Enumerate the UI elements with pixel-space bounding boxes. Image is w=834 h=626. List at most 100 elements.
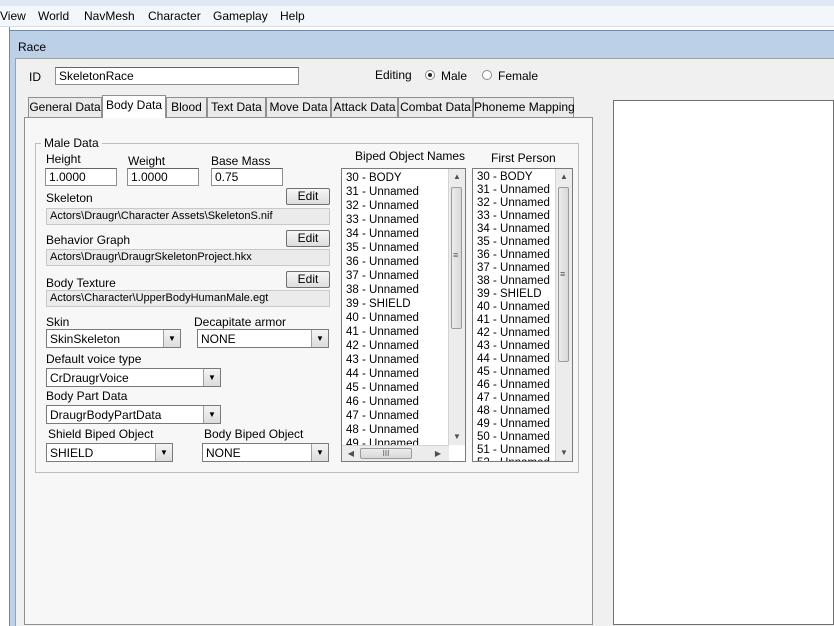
list-item[interactable]: 36 - Unnamed [346, 255, 419, 269]
list-item[interactable]: 42 - Unnamed [477, 326, 550, 340]
weight-field[interactable]: 1.0000 [127, 168, 199, 186]
list-item[interactable]: 33 - Unnamed [346, 213, 419, 227]
tab-phoneme-mapping[interactable]: Phoneme Mapping [473, 97, 575, 117]
skeleton-edit-button[interactable]: Edit [286, 188, 330, 205]
scroll-up-icon[interactable]: ▲ [556, 169, 572, 185]
menu-character[interactable]: Character [148, 9, 201, 23]
list-item[interactable]: 46 - Unnamed [346, 395, 419, 409]
body-biped-dropdown[interactable]: NONE ▼ [202, 443, 329, 462]
list-item[interactable]: 33 - Unnamed [477, 209, 550, 223]
list-item[interactable]: 48 - Unnamed [346, 423, 419, 437]
behavior-graph-label: Behavior Graph [46, 233, 131, 247]
first-person-vscrollbar[interactable]: ▲ ≡ ▼ [555, 169, 572, 461]
list-item[interactable]: 50 - Unnamed [477, 430, 550, 444]
body-texture-path: Actors\Character\UpperBodyHumanMale.egt [46, 290, 330, 307]
skin-dropdown[interactable]: SkinSkeleton ▼ [46, 329, 181, 348]
height-field[interactable]: 1.0000 [45, 168, 117, 186]
list-item[interactable]: 38 - Unnamed [477, 274, 550, 288]
list-item[interactable]: 45 - Unnamed [477, 365, 550, 379]
scroll-right-icon[interactable]: ▶ [430, 446, 446, 461]
preview-pane[interactable] [613, 100, 834, 625]
list-item[interactable]: 37 - Unnamed [346, 269, 419, 283]
female-radio-label[interactable]: Female [498, 69, 538, 83]
tab-attack-data[interactable]: Attack Data [331, 97, 398, 117]
shield-biped-dropdown[interactable]: SHIELD ▼ [46, 443, 173, 462]
list-item[interactable]: 44 - Unnamed [477, 352, 550, 366]
tab-text-data[interactable]: Text Data [207, 97, 266, 117]
body-texture-edit-button[interactable]: Edit [286, 271, 330, 288]
list-item[interactable]: 43 - Unnamed [477, 339, 550, 353]
list-item[interactable]: 47 - Unnamed [346, 409, 419, 423]
list-item[interactable]: 31 - Unnamed [477, 183, 550, 197]
tab-combat-data[interactable]: Combat Data [398, 97, 473, 117]
male-radio[interactable] [425, 70, 435, 80]
menu-navmesh[interactable]: NavMesh [84, 9, 135, 23]
list-item[interactable]: 30 - BODY [346, 171, 402, 185]
menu-gameplay[interactable]: Gameplay [213, 9, 268, 23]
hscroll-thumb[interactable]: III [360, 448, 412, 459]
list-item[interactable]: 35 - Unnamed [346, 241, 419, 255]
female-radio[interactable] [482, 70, 492, 80]
first-person-list[interactable]: 30 - BODY 31 - Unnamed 32 - Unnamed 33 - Un… [472, 168, 573, 462]
list-item[interactable]: 40 - Unnamed [477, 300, 550, 314]
weight-label: Weight [128, 154, 166, 168]
list-item[interactable]: 41 - Unnamed [346, 325, 419, 339]
behavior-graph-edit-button[interactable]: Edit [286, 230, 330, 247]
list-item[interactable]: 30 - BODY [477, 170, 533, 184]
tab-body-data[interactable]: Body Data [102, 95, 166, 118]
scroll-down-icon[interactable]: ▼ [556, 445, 572, 461]
list-item[interactable]: 46 - Unnamed [477, 378, 550, 392]
decapitate-armor-value: NONE [201, 332, 236, 346]
list-item[interactable]: 51 - Unnamed [477, 443, 550, 457]
list-item[interactable]: 32 - Unnamed [346, 199, 419, 213]
list-item[interactable]: 39 - SHIELD [477, 287, 542, 301]
chevron-down-icon[interactable]: ▼ [203, 369, 220, 386]
male-radio-label[interactable]: Male [441, 69, 467, 83]
list-item[interactable]: 36 - Unnamed [477, 248, 550, 262]
list-item[interactable]: 49 - Unnamed [477, 417, 550, 431]
biped-names-list[interactable]: 30 - BODY 31 - Unnamed 32 - Unnamed 33 - Un… [341, 168, 466, 462]
list-item[interactable]: 34 - Unnamed [346, 227, 419, 241]
menu-view[interactable]: View [0, 9, 26, 23]
body-part-data-value: DraugrBodyPartData [50, 408, 162, 422]
list-item[interactable]: 40 - Unnamed [346, 311, 419, 325]
decapitate-armor-dropdown[interactable]: NONE ▼ [197, 329, 329, 348]
tab-blood[interactable]: Blood [166, 97, 207, 117]
list-item[interactable]: 48 - Unnamed [477, 404, 550, 418]
chevron-down-icon[interactable]: ▼ [311, 444, 328, 461]
chevron-down-icon[interactable]: ▼ [155, 444, 172, 461]
scroll-left-icon[interactable]: ◀ [343, 446, 359, 461]
tab-general-data[interactable]: General Data [28, 97, 102, 117]
biped-names-vscrollbar[interactable]: ▲ ≡ ▼ [448, 169, 465, 445]
list-item[interactable]: 41 - Unnamed [477, 313, 550, 327]
base-mass-field[interactable]: 0.75 [211, 168, 283, 186]
default-voice-dropdown[interactable]: CrDraugrVoice ▼ [46, 368, 221, 387]
tab-move-data[interactable]: Move Data [266, 97, 331, 117]
chevron-down-icon[interactable]: ▼ [311, 330, 328, 347]
body-biped-label: Body Biped Object [204, 427, 304, 441]
chevron-down-icon[interactable]: ▼ [163, 330, 180, 347]
list-item[interactable]: 44 - Unnamed [346, 367, 419, 381]
menu-help[interactable]: Help [280, 9, 305, 23]
list-item[interactable]: 38 - Unnamed [346, 283, 419, 297]
list-item[interactable]: 37 - Unnamed [477, 261, 550, 275]
menu-world[interactable]: World [38, 9, 69, 23]
list-item[interactable]: 43 - Unnamed [346, 353, 419, 367]
list-item[interactable]: 52 - Unnamed [477, 456, 550, 461]
body-part-data-dropdown[interactable]: DraugrBodyPartData ▼ [46, 405, 221, 424]
list-item[interactable]: 42 - Unnamed [346, 339, 419, 353]
scroll-up-icon[interactable]: ▲ [449, 169, 465, 185]
id-field[interactable]: SkeletonRace [55, 67, 299, 85]
scroll-down-icon[interactable]: ▼ [449, 429, 465, 445]
list-item[interactable]: 34 - Unnamed [477, 222, 550, 236]
list-item[interactable]: 31 - Unnamed [346, 185, 419, 199]
list-item[interactable]: 45 - Unnamed [346, 381, 419, 395]
list-item[interactable]: 35 - Unnamed [477, 235, 550, 249]
id-label: ID [29, 70, 41, 84]
chevron-down-icon[interactable]: ▼ [203, 406, 220, 423]
list-item[interactable]: 39 - SHIELD [346, 297, 411, 311]
list-item[interactable]: 47 - Unnamed [477, 391, 550, 405]
list-item[interactable]: 32 - Unnamed [477, 196, 550, 210]
menu-bar: View World NavMesh Character Gameplay He… [0, 6, 834, 27]
biped-names-hscrollbar[interactable]: ◀ III ▶ [342, 445, 449, 461]
